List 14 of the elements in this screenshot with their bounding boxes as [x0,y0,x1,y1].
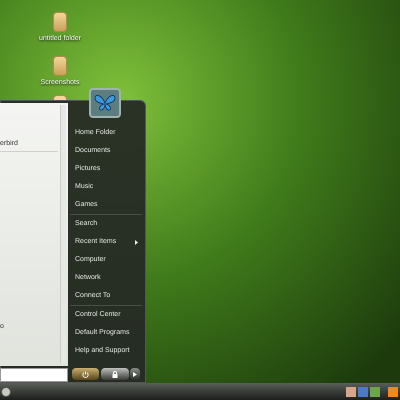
arrow-icon [133,372,137,376]
user-picture[interactable] [89,88,121,118]
start-orb-icon[interactable] [1,386,11,396]
butterfly-icon [94,94,116,112]
power-icon [82,370,89,378]
lock-button[interactable] [101,368,129,380]
search-field[interactable] [0,368,68,382]
scrollbar[interactable] [60,105,66,363]
folder-icon[interactable] [53,12,67,32]
submenu-arrow-icon [135,240,138,244]
options-button[interactable] [130,368,140,380]
power-button[interactable] [72,368,99,380]
folder-icon[interactable] [53,56,67,76]
lock-icon [112,370,118,378]
